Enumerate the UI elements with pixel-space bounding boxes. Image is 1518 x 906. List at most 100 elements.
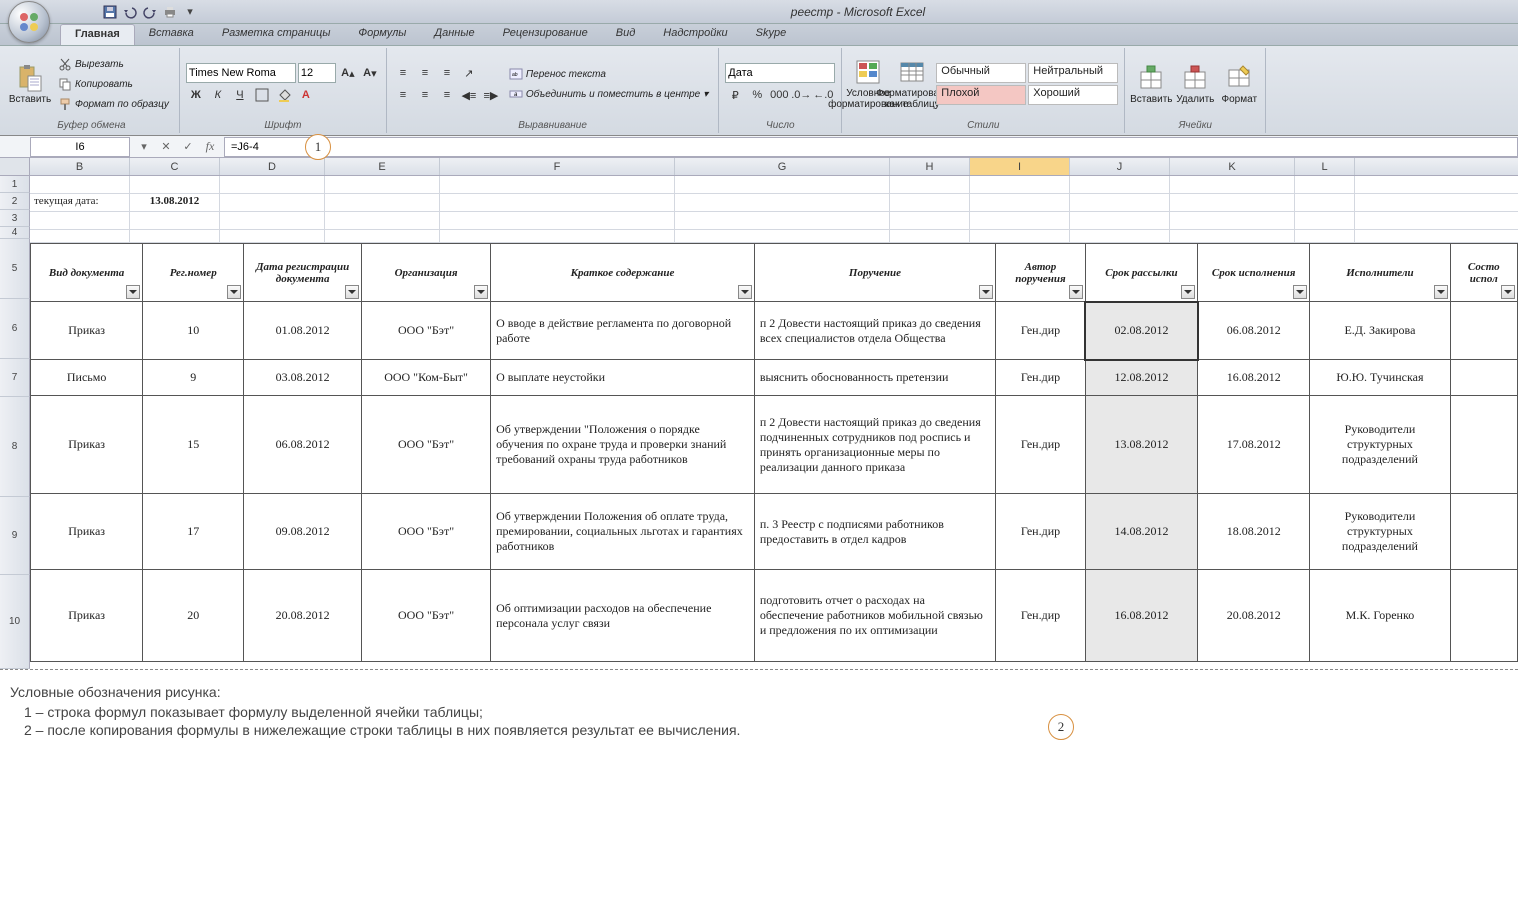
table-cell[interactable]: М.К. Горенко	[1310, 570, 1450, 662]
table-cell[interactable]: 01.08.2012	[244, 302, 362, 360]
align-center-button[interactable]: ≡	[415, 85, 435, 105]
table-cell[interactable]: Руководители структурных подразделений	[1310, 494, 1450, 570]
cell[interactable]	[1295, 230, 1355, 242]
fb-dropdown[interactable]: ▾	[134, 138, 154, 156]
style-normal[interactable]: Обычный	[936, 63, 1026, 83]
grow-font-button[interactable]: A▴	[338, 63, 358, 83]
column-header-E[interactable]: E	[325, 158, 440, 175]
format-as-table-button[interactable]: Форматировать как таблицу	[892, 50, 932, 118]
cell[interactable]	[675, 176, 890, 193]
table-cell[interactable]: Ген.дир	[996, 494, 1086, 570]
table-cell[interactable]: 16.08.2012	[1085, 570, 1197, 662]
filter-dropdown-icon[interactable]	[126, 285, 140, 299]
cell[interactable]	[130, 230, 220, 242]
insert-cells-button[interactable]: Вставить	[1131, 50, 1171, 118]
cell[interactable]	[325, 194, 440, 211]
cell[interactable]	[440, 230, 675, 242]
fb-cancel[interactable]: ✕	[156, 138, 176, 156]
table-cell[interactable]: 09.08.2012	[244, 494, 362, 570]
cell[interactable]	[1070, 194, 1170, 211]
cell[interactable]	[675, 230, 890, 242]
cell[interactable]	[30, 212, 130, 229]
cell[interactable]	[130, 212, 220, 229]
row-header-3[interactable]: 3	[0, 210, 30, 227]
name-box[interactable]	[30, 137, 130, 157]
font-size-combo[interactable]	[298, 63, 336, 83]
ribbon-tab-2[interactable]: Разметка страницы	[208, 24, 345, 45]
table-header[interactable]: Срок рассылки	[1085, 244, 1197, 302]
column-header-C[interactable]: C	[130, 158, 220, 175]
cell[interactable]	[890, 176, 970, 193]
row-header-1[interactable]: 1	[0, 176, 30, 193]
comma-button[interactable]: 000	[769, 85, 789, 105]
filter-dropdown-icon[interactable]	[1069, 285, 1083, 299]
worksheet-grid[interactable]: BCDEFGHIJKL 12345678910 текущая дата:13.…	[0, 158, 1518, 669]
table-cell[interactable]: ООО "Бэт"	[362, 570, 491, 662]
column-header-B[interactable]: B	[30, 158, 130, 175]
table-cell[interactable]: Ген.дир	[996, 302, 1086, 360]
align-left-button[interactable]: ≡	[393, 85, 413, 105]
cell[interactable]: 13.08.2012	[130, 194, 220, 211]
table-cell[interactable]: 02.08.2012	[1085, 302, 1197, 360]
table-cell[interactable]	[1450, 570, 1517, 662]
table-cell[interactable]: 14.08.2012	[1085, 494, 1197, 570]
qat-save[interactable]	[102, 4, 118, 20]
cell[interactable]	[1295, 194, 1355, 211]
ribbon-tab-4[interactable]: Данные	[420, 24, 488, 45]
table-cell[interactable]	[1450, 494, 1517, 570]
table-header[interactable]: Краткое содержание	[491, 244, 755, 302]
table-cell[interactable]: О выплате неустойки	[491, 360, 755, 396]
table-cell[interactable]: ООО "Бэт"	[362, 396, 491, 494]
cell[interactable]	[440, 176, 675, 193]
ribbon-tab-1[interactable]: Вставка	[135, 24, 208, 45]
cell[interactable]	[890, 194, 970, 211]
table-cell[interactable]: п 2 Довести настоящий приказ до сведения…	[754, 396, 995, 494]
cell[interactable]	[890, 212, 970, 229]
cell[interactable]	[220, 194, 325, 211]
ribbon-tab-6[interactable]: Вид	[602, 24, 650, 45]
cut-button[interactable]: Вырезать	[54, 55, 173, 73]
cell[interactable]	[440, 194, 675, 211]
cell[interactable]	[440, 212, 675, 229]
table-cell[interactable]: Руководители структурных подразделений	[1310, 396, 1450, 494]
table-header[interactable]: Организация	[362, 244, 491, 302]
table-cell[interactable]	[1450, 396, 1517, 494]
table-cell[interactable]: ООО "Бэт"	[362, 494, 491, 570]
filter-dropdown-icon[interactable]	[1434, 285, 1448, 299]
copy-button[interactable]: Копировать	[54, 75, 173, 93]
table-cell[interactable]	[1450, 302, 1517, 360]
table-cell[interactable]: ООО "Ком-Быт"	[362, 360, 491, 396]
align-right-button[interactable]: ≡	[437, 85, 457, 105]
formula-input[interactable]	[224, 137, 1518, 157]
table-cell[interactable]	[1450, 360, 1517, 396]
filter-dropdown-icon[interactable]	[1181, 285, 1195, 299]
underline-button[interactable]: Ч	[230, 85, 250, 105]
office-button[interactable]	[8, 1, 50, 43]
column-header-I[interactable]: I	[970, 158, 1070, 175]
row-header-8[interactable]: 8	[0, 397, 30, 497]
orientation-button[interactable]: ↗	[459, 63, 479, 83]
table-cell[interactable]: Приказ	[31, 302, 143, 360]
fill-color-button[interactable]	[274, 85, 294, 105]
column-header-G[interactable]: G	[675, 158, 890, 175]
style-bad[interactable]: Плохой	[936, 85, 1026, 105]
cell[interactable]: текущая дата:	[30, 194, 130, 211]
indent-inc-button[interactable]: ≡▶	[481, 85, 501, 105]
wrap-text-button[interactable]: abПеренос текста	[505, 65, 712, 83]
column-header-J[interactable]: J	[1070, 158, 1170, 175]
cell[interactable]	[220, 230, 325, 242]
cell[interactable]	[1295, 176, 1355, 193]
number-format-combo[interactable]	[725, 63, 835, 83]
cell[interactable]	[970, 212, 1070, 229]
table-cell[interactable]: 12.08.2012	[1085, 360, 1197, 396]
table-header[interactable]: Исполнители	[1310, 244, 1450, 302]
style-good[interactable]: Хороший	[1028, 85, 1118, 105]
column-header-D[interactable]: D	[220, 158, 325, 175]
currency-button[interactable]: ₽	[725, 85, 745, 105]
filter-dropdown-icon[interactable]	[227, 285, 241, 299]
cell[interactable]	[130, 176, 220, 193]
table-header[interactable]: Срок исполнения	[1198, 244, 1310, 302]
row-header-6[interactable]: 6	[0, 299, 30, 359]
table-cell[interactable]: 20	[143, 570, 244, 662]
qat-undo[interactable]	[122, 4, 138, 20]
